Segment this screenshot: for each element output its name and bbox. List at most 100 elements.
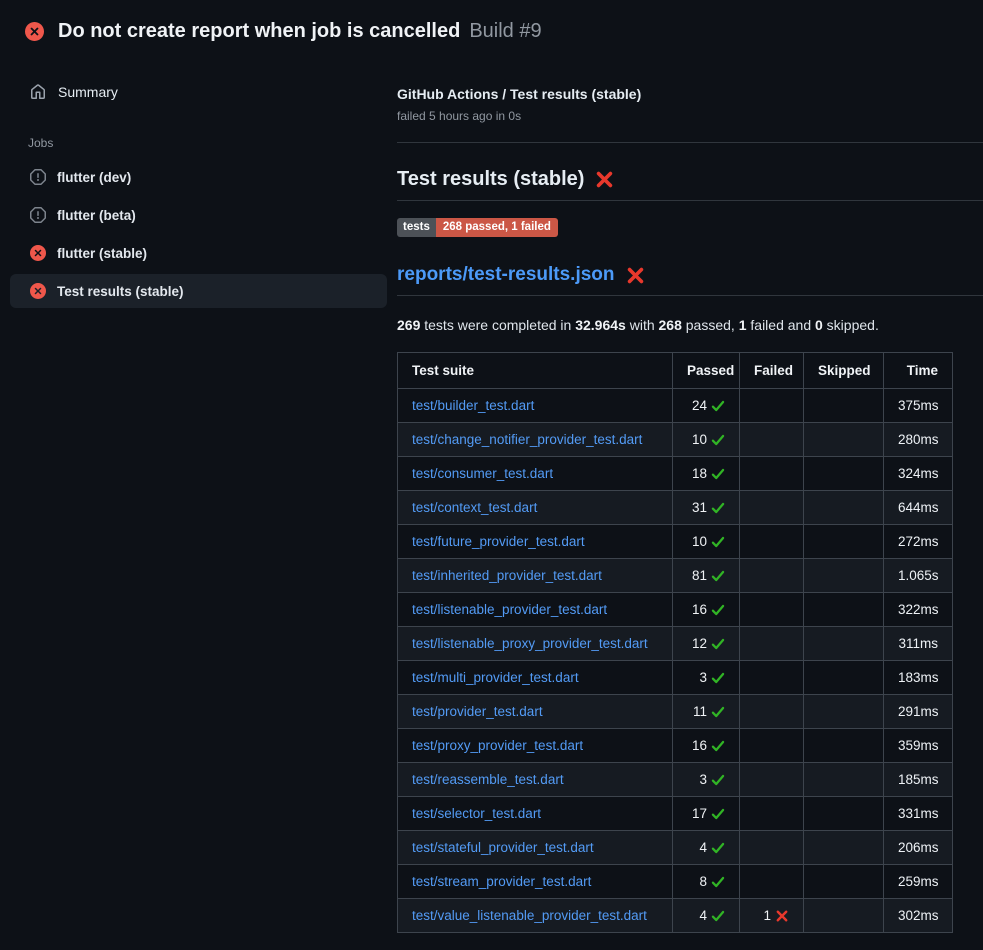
passed-cell: 17: [673, 797, 740, 831]
passed-cell: 11: [673, 695, 740, 729]
passed-cell: 16: [673, 729, 740, 763]
failed-cell: [740, 627, 804, 661]
failed-cell: [740, 695, 804, 729]
table-row: test/consumer_test.dart18324ms: [398, 457, 953, 491]
table-row: test/value_listenable_provider_test.dart…: [398, 899, 953, 933]
skipped-cell: [804, 627, 884, 661]
test-suite-link[interactable]: test/selector_test.dart: [412, 806, 541, 821]
test-suite-link[interactable]: test/listenable_proxy_provider_test.dart: [412, 636, 648, 651]
table-row: test/listenable_provider_test.dart 16 322m…: [398, 593, 953, 627]
sidebar-job-item[interactable]: Test results (stable): [10, 274, 387, 308]
skipped-cell: [804, 729, 884, 763]
passed-cell: 16: [673, 593, 740, 627]
table-row: test/proxy_provider_test.dart 16 359ms: [398, 729, 953, 763]
test-suite-link[interactable]: test/change_notifier_provider_test.dart: [412, 432, 642, 447]
passed-cell: 3: [673, 763, 740, 797]
time-cell: 302ms: [884, 899, 953, 933]
failed-cell: [740, 423, 804, 457]
test-suite-link[interactable]: test/provider_test.dart: [412, 704, 543, 719]
skipped-cell: [804, 457, 884, 491]
time-cell: 359ms: [884, 729, 953, 763]
check-icon: [711, 909, 725, 923]
test-suite-link[interactable]: test/stream_provider_test.dart: [412, 874, 591, 889]
passed-cell: 3: [673, 661, 740, 695]
test-suite-link[interactable]: test/consumer_test.dart: [412, 466, 553, 481]
skipped-cell: [804, 593, 884, 627]
col-header-skipped: Skipped: [804, 353, 884, 389]
test-suite-link[interactable]: test/proxy_provider_test.dart: [412, 738, 583, 753]
passed-cell: 8: [673, 865, 740, 899]
check-icon: [711, 433, 725, 447]
passed-cell: 24: [673, 389, 740, 423]
check-icon: [711, 671, 725, 685]
time-cell: 322ms: [884, 593, 953, 627]
job-label: flutter (stable): [57, 246, 147, 261]
table-row: test/stateful_provider_test.dart4206ms: [398, 831, 953, 865]
summary-segment: failed and: [747, 317, 816, 333]
test-suite-cell: test/proxy_provider_test.dart: [398, 729, 673, 763]
test-suite-link[interactable]: test/future_provider_test.dart: [412, 534, 585, 549]
cross-icon: [775, 909, 789, 923]
failed-cell: [740, 389, 804, 423]
summary-segment: passed,: [682, 317, 739, 333]
check-icon: [711, 875, 725, 889]
report-file-link[interactable]: reports/test-results.json: [397, 264, 615, 286]
failed-cell: [740, 593, 804, 627]
skipped-cell: [804, 661, 884, 695]
test-suite-link[interactable]: test/inherited_provider_test.dart: [412, 568, 602, 583]
check-icon: [711, 739, 725, 753]
test-suite-link[interactable]: test/builder_test.dart: [412, 398, 534, 413]
col-header-passed: Passed: [673, 353, 740, 389]
jobs-list: flutter (dev) flutter (beta) flutter (stab…: [0, 160, 397, 308]
passed-cell: 4: [673, 831, 740, 865]
test-suite-link[interactable]: test/context_test.dart: [412, 500, 537, 515]
test-suite-cell: test/context_test.dart: [398, 491, 673, 525]
test-results-table: Test suite Passed Failed Skipped Time te…: [397, 352, 953, 933]
test-suite-link[interactable]: test/stateful_provider_test.dart: [412, 840, 594, 855]
jobs-section-label: Jobs: [28, 136, 397, 150]
test-suite-link[interactable]: test/reassemble_test.dart: [412, 772, 564, 787]
check-icon: [711, 467, 725, 481]
table-row: test/builder_test.dart24375ms: [398, 389, 953, 423]
summary-segment: 268: [659, 317, 682, 333]
red-cross-icon: [626, 266, 645, 285]
check-icon: [711, 501, 725, 515]
test-suite-link[interactable]: test/multi_provider_test.dart: [412, 670, 579, 685]
test-suite-cell: test/consumer_test.dart: [398, 457, 673, 491]
check-icon: [711, 705, 725, 719]
failed-cell: [740, 525, 804, 559]
cancelled-stop-icon: [30, 169, 46, 185]
passed-cell: 10: [673, 525, 740, 559]
sidebar-job-item[interactable]: flutter (stable): [10, 236, 387, 270]
section-title: Test results (stable): [397, 168, 584, 191]
failed-cell: [740, 763, 804, 797]
table-row: test/inherited_provider_test.dart811.065…: [398, 559, 953, 593]
sidebar-job-item[interactable]: flutter (dev): [10, 160, 387, 194]
check-icon: [711, 603, 725, 617]
sidebar-item-summary[interactable]: Summary: [0, 78, 397, 106]
skipped-cell: [804, 423, 884, 457]
sidebar-job-item[interactable]: flutter (beta): [10, 198, 387, 232]
main-content: GitHub Actions / Test results (stable) f…: [397, 56, 983, 933]
test-suite-cell: test/multi_provider_test.dart: [398, 661, 673, 695]
run-header: Do not create report when job is cancell…: [0, 0, 983, 56]
check-icon: [711, 841, 725, 855]
test-suite-link[interactable]: test/value_listenable_provider_test.dart: [412, 908, 647, 923]
passed-cell: 10: [673, 423, 740, 457]
test-suite-link[interactable]: test/listenable_provider_test.dart: [412, 602, 607, 617]
test-suite-cell: test/listenable_provider_test.dart: [398, 593, 673, 627]
time-cell: 311ms: [884, 627, 953, 661]
job-label: flutter (dev): [57, 170, 131, 185]
test-suite-cell: test/builder_test.dart: [398, 389, 673, 423]
passed-cell: 81: [673, 559, 740, 593]
table-header-row: Test suite Passed Failed Skipped Time: [398, 353, 953, 389]
time-cell: 185ms: [884, 763, 953, 797]
failed-cell: [740, 559, 804, 593]
passed-cell: 12: [673, 627, 740, 661]
failed-cell: [740, 491, 804, 525]
passed-cell: 18: [673, 457, 740, 491]
failed-cell: [740, 865, 804, 899]
col-header-time: Time: [884, 353, 953, 389]
table-row: test/future_provider_test.dart10272ms: [398, 525, 953, 559]
test-suite-cell: test/value_listenable_provider_test.dart: [398, 899, 673, 933]
